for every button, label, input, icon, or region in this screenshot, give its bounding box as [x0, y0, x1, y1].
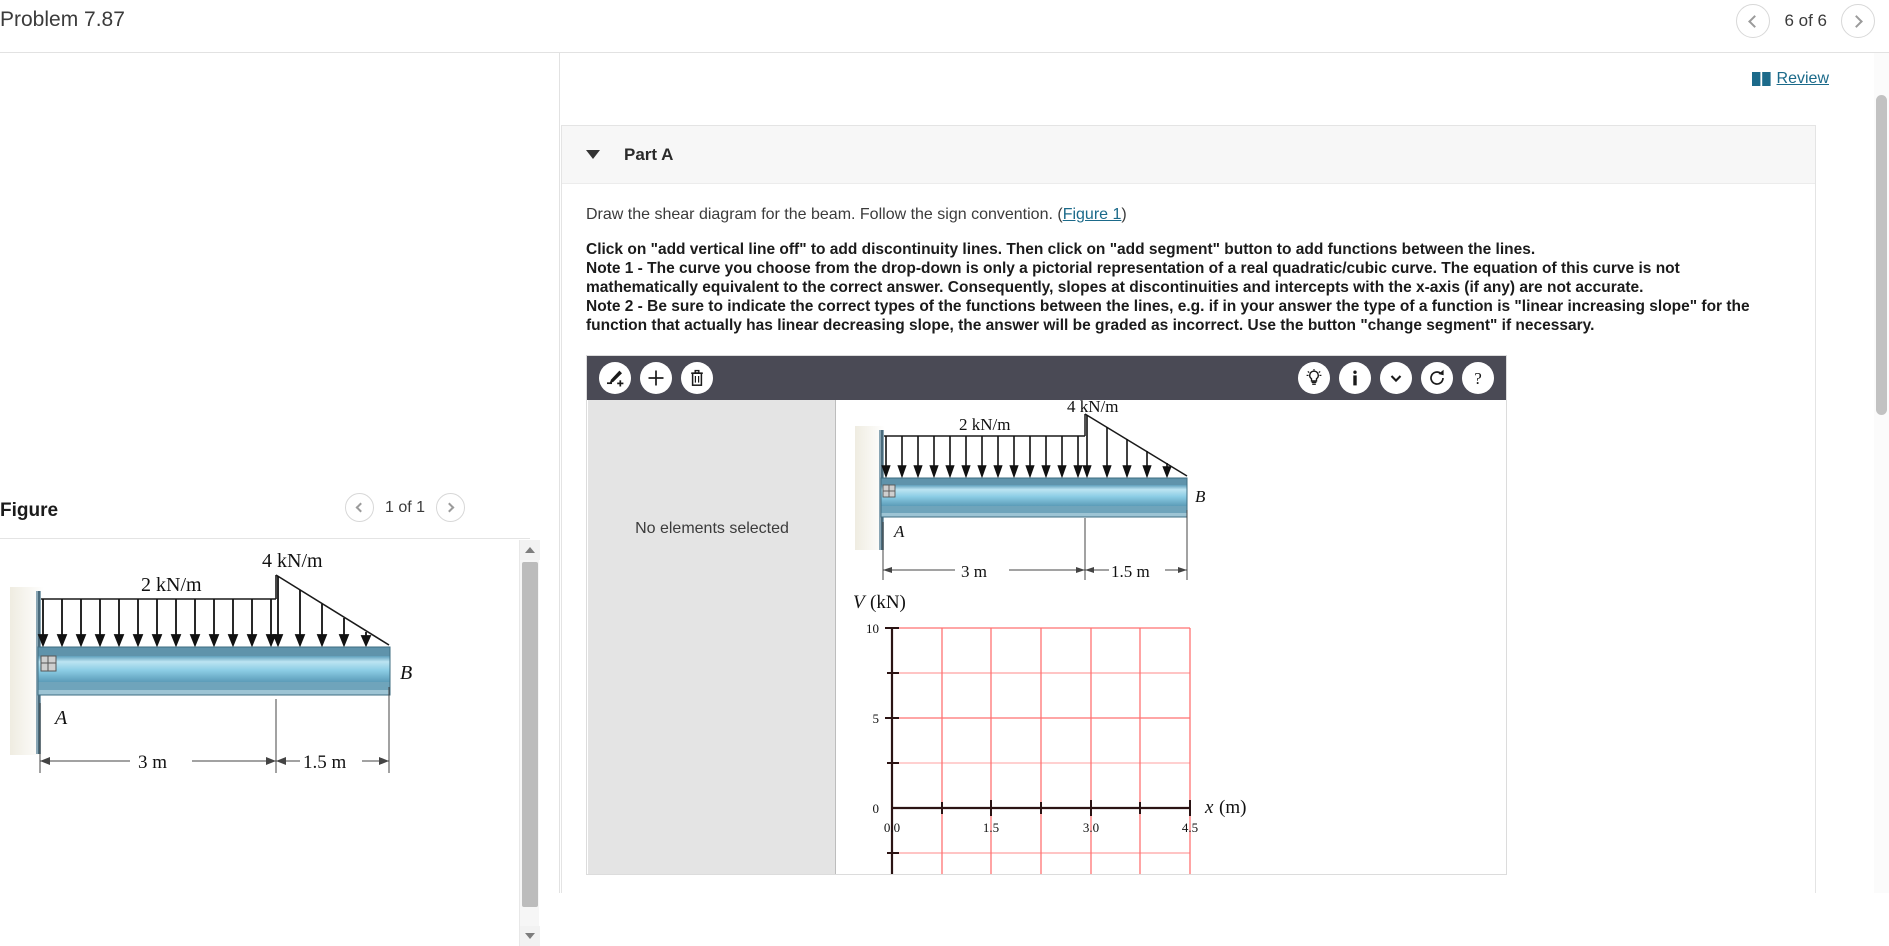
help-button[interactable]: ? — [1462, 361, 1494, 394]
figure-pager-label: 1 of 1 — [384, 498, 425, 516]
review-label: Review — [1776, 70, 1829, 87]
label-B-tool: B — [1195, 487, 1206, 506]
instruction-line-2: Note 1 - The curve you choose from the d… — [586, 259, 1680, 277]
label-A: A — [53, 707, 68, 729]
main-content: Review Part A Draw the shear diagram for… — [561, 53, 1857, 893]
label-2kn: 2 kN/m — [141, 574, 202, 596]
problem-pager: 6 of 6 — [1736, 4, 1875, 38]
instruction-line-5: function that actually has linear decrea… — [586, 316, 1595, 334]
chart-ylabel: V — [853, 592, 867, 613]
ytick-0: 0 — [873, 801, 880, 816]
xtick-1: 1.5 — [983, 820, 999, 835]
toolbar-left-group — [599, 361, 713, 394]
shear-chart[interactable]: V (kN) 10 5 0 0.0 1.5 3.0 4.5 x (m) — [853, 592, 1246, 874]
xtick-2: 3.0 — [1083, 820, 1099, 835]
figure-scroll-thumb[interactable] — [522, 562, 538, 907]
tool-canvas[interactable]: 2 kN/m 4 kN/m A B 3 m 1.5 m V (kN) 10 5 … — [837, 399, 1505, 874]
add-segment-icon — [607, 370, 624, 387]
prev-problem-button[interactable] — [1736, 4, 1771, 38]
ytick-10: 10 — [866, 621, 879, 636]
figure-next-button[interactable] — [436, 493, 465, 522]
more-options-button[interactable] — [1380, 361, 1412, 394]
figure-scroll-down-button[interactable] — [520, 926, 540, 946]
chart-gridlines-vertical — [941, 627, 1191, 874]
dim-3m-tool: 3 m — [961, 562, 987, 581]
figure-scroll-up-button[interactable] — [520, 540, 540, 560]
page-scrollbar[interactable] — [1874, 53, 1889, 893]
chart-ylabel-unit: (kN) — [870, 592, 906, 613]
part-a-label: Part A — [624, 144, 674, 164]
chevron-left-icon — [1748, 14, 1762, 28]
dim-3m: 3 m — [138, 752, 167, 773]
caret-down-icon[interactable] — [586, 150, 600, 159]
page-title: Problem 7.87 — [0, 8, 125, 31]
shear-diagram-canvas[interactable]: 2 kN/m 4 kN/m A B 3 m 1.5 m V (kN) 10 5 … — [837, 400, 1505, 874]
review-link[interactable]: Review — [1751, 70, 1829, 88]
triangle-up-icon — [525, 547, 535, 553]
instruction-line-1: Click on "add vertical line off" to add … — [586, 241, 1536, 258]
trash-icon — [691, 369, 703, 386]
prompt-text: Draw the shear diagram for the beam. Fol… — [586, 206, 1063, 223]
part-a-panel: Part A Draw the shear diagram for the be… — [561, 125, 1816, 893]
dim-15m-tool: 1.5 m — [1111, 562, 1150, 581]
shear-diagram-tool: ? No elements selected 2 kN/m 4 kN/m A B… — [586, 354, 1507, 875]
dim-15m: 1.5 m — [303, 752, 347, 773]
tool-toolbar: ? — [587, 355, 1506, 400]
figure-1-link[interactable]: Figure 1 — [1063, 206, 1122, 223]
xtick-3: 4.5 — [1182, 820, 1198, 835]
figure-scrollbar[interactable] — [519, 540, 540, 946]
book-icon — [1751, 71, 1771, 86]
question-prompt: Draw the shear diagram for the beam. Fol… — [586, 206, 1791, 224]
label-4kn-tool: 4 kN/m — [1067, 400, 1118, 416]
instruction-line-3: mathematically equivalent to the correct… — [586, 278, 1644, 296]
next-problem-button[interactable] — [1841, 4, 1875, 38]
figure-panel-title: Figure — [0, 500, 59, 521]
label-B: B — [400, 662, 412, 684]
prompt-close-paren: ) — [1121, 206, 1127, 223]
part-a-header[interactable]: Part A — [562, 126, 1815, 184]
xtick-0: 0.0 — [884, 820, 900, 835]
page-scroll-thumb[interactable] — [1876, 95, 1887, 415]
plus-icon — [648, 370, 664, 386]
figure-prev-button[interactable] — [344, 493, 374, 522]
beam-figure-left: 2 kN/m 4 kN/m A B 3 m 1.5 m — [10, 550, 412, 773]
label-A-tool: A — [893, 522, 905, 541]
delete-button[interactable] — [681, 361, 713, 394]
tool-selection-pane[interactable]: No elements selected — [588, 399, 836, 874]
top-bar: Problem 7.87 6 of 6 — [0, 0, 1889, 53]
help-icon: ? — [1474, 369, 1482, 388]
figure-header: Figure 1 of 1 — [0, 493, 560, 533]
figure-sidebar: Figure 1 of 1 2 kN/m 4 kN/m A B 3 m 1.5 … — [0, 53, 560, 946]
info-button[interactable] — [1339, 361, 1371, 394]
reset-button[interactable] — [1421, 361, 1453, 394]
beam-figure-tool: 2 kN/m 4 kN/m A B 3 m 1.5 m — [855, 400, 1206, 581]
figure-pager: 1 of 1 — [344, 493, 465, 522]
selection-status-text: No elements selected — [635, 519, 789, 537]
label-4kn: 4 kN/m — [262, 550, 323, 572]
reset-icon — [1430, 369, 1444, 385]
chart-xlabel: x — [1204, 797, 1214, 818]
chevron-right-icon — [444, 502, 454, 513]
toolbar-right-group: ? — [1298, 361, 1494, 394]
chevron-down-icon — [1390, 374, 1402, 382]
add-vertical-line-button[interactable] — [640, 361, 672, 394]
lightbulb-icon — [1306, 368, 1322, 385]
hint-button[interactable] — [1298, 361, 1330, 394]
triangle-down-icon — [525, 933, 535, 939]
problem-pager-label: 6 of 6 — [1784, 11, 1827, 30]
figure-image-container: 2 kN/m 4 kN/m A B 3 m 1.5 m — [0, 538, 530, 946]
add-segment-button[interactable] — [599, 361, 631, 394]
svg-text:?: ? — [1474, 369, 1482, 388]
chevron-left-icon — [356, 502, 366, 513]
chevron-right-icon — [1850, 14, 1863, 28]
part-a-body: Draw the shear diagram for the beam. Fol… — [562, 184, 1815, 893]
chart-xlabel-unit: (m) — [1219, 797, 1246, 818]
info-icon — [1353, 370, 1357, 385]
label-2kn-tool: 2 kN/m — [959, 415, 1010, 434]
ytick-5: 5 — [873, 711, 880, 726]
instruction-line-4: Note 2 - Be sure to indicate the correct… — [586, 297, 1750, 315]
